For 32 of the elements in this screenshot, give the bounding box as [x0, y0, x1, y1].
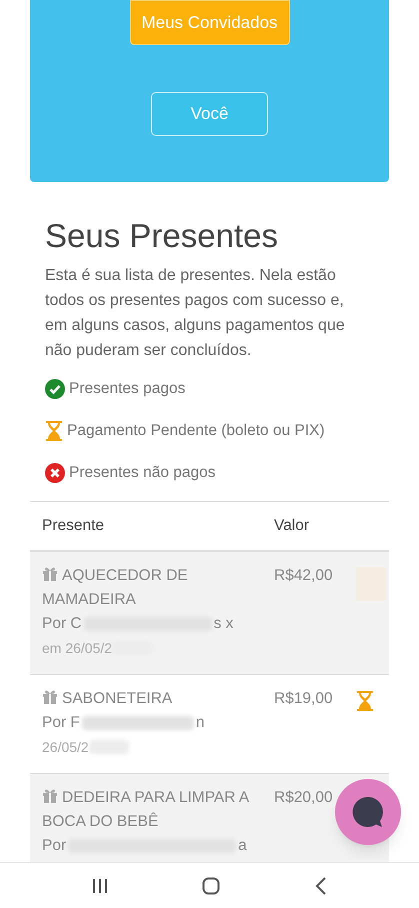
gift-icon	[42, 788, 58, 803]
legend-label: Pagamento Pendente (boleto ou PIX)	[67, 421, 325, 442]
buyer-text: Por F	[42, 713, 80, 733]
guests-tab[interactable]: Meus Convidados	[130, 0, 290, 45]
chat-bubble-icon	[351, 795, 385, 829]
column-header: Valor	[274, 516, 310, 536]
buyer-text: a	[238, 836, 247, 856]
date-text: 26/05/2	[42, 738, 89, 757]
buyer-text: s x	[214, 614, 234, 634]
gift-icon	[42, 566, 58, 581]
buyer-text: Por	[42, 836, 66, 856]
buyer-text: Por C	[42, 614, 82, 634]
price-text: R$19,00	[274, 689, 334, 709]
hourglass-icon	[45, 420, 63, 442]
buyer-text: n	[196, 713, 205, 733]
check-circle-icon	[45, 379, 65, 399]
home-icon[interactable]	[202, 876, 220, 894]
page-title: Seus Presentes	[45, 216, 279, 256]
x-circle-icon	[45, 463, 65, 483]
back-icon[interactable]	[314, 876, 327, 894]
recent-apps-icon[interactable]	[92, 878, 108, 894]
gift-icon	[42, 689, 58, 704]
column-header: Presente	[42, 516, 106, 536]
legend-label: Presentes pagos	[69, 379, 186, 400]
gift-name: AQUECEDOR DE MAMADEIRA	[42, 565, 189, 610]
legend-label: Presentes não pagos	[69, 463, 216, 484]
intro-text: Esta é sua lista de presentes. Nela estão todos os presentes pagos com sucesso e, em alguns casos, alguns pagamentos que não puderam ser concluídos.	[45, 266, 346, 361]
you-button[interactable]: Você	[151, 92, 268, 136]
price-text: R$20,00	[274, 788, 334, 808]
date-text: em 26/05/2	[42, 639, 112, 658]
price-text: R$42,00	[274, 566, 334, 586]
gift-name: SABONETEIRA	[42, 687, 254, 711]
